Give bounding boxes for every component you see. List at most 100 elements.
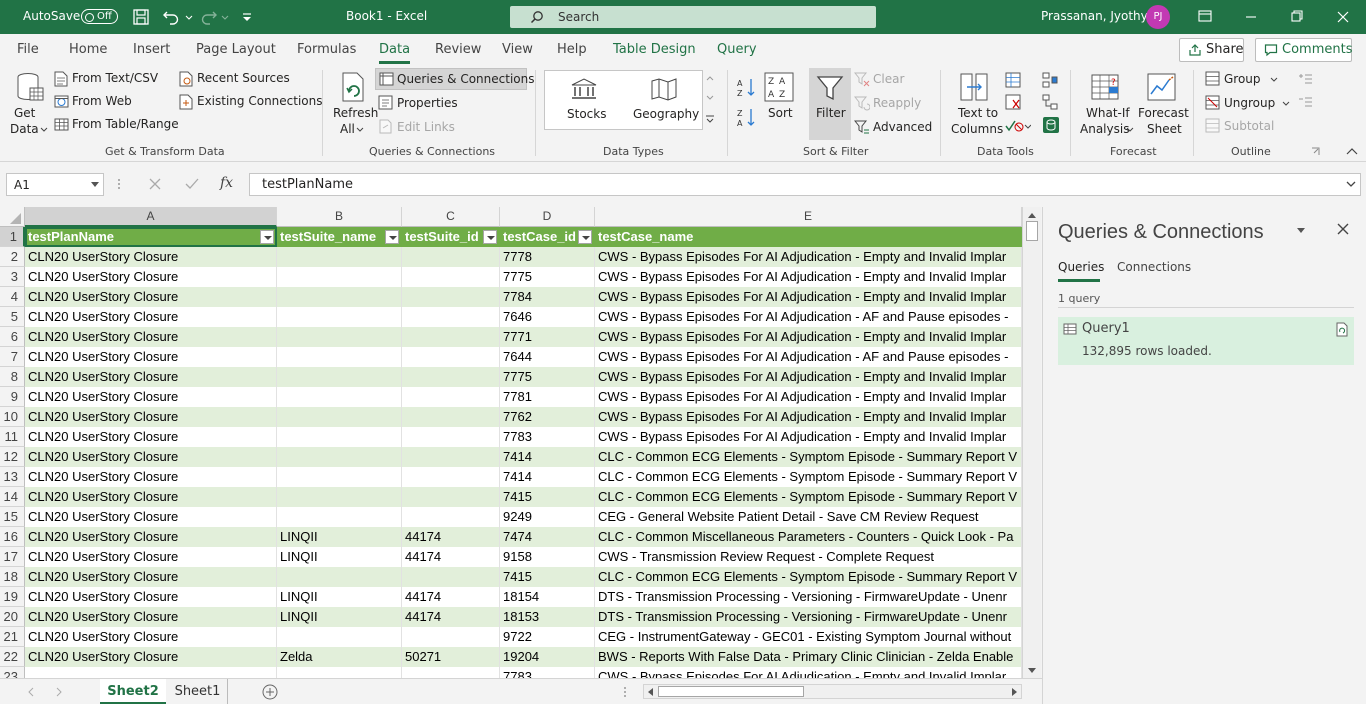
share-button[interactable]: Share xyxy=(1179,38,1244,62)
cell[interactable] xyxy=(402,247,500,267)
cell[interactable] xyxy=(402,367,500,387)
forecast-sheet-button[interactable]: Forecast Sheet xyxy=(1138,70,1189,142)
gallery-scroll[interactable] xyxy=(703,70,717,130)
sort-z-to-a-button[interactable]: ZA xyxy=(736,106,758,128)
customize-quick-access-icon[interactable] xyxy=(240,8,258,26)
cell[interactable]: CLN20 UserStory Closure xyxy=(25,447,277,467)
cell[interactable]: LINQII xyxy=(277,587,402,607)
tab-split-grip-icon[interactable] xyxy=(623,686,627,698)
new-sheet-icon[interactable] xyxy=(262,684,278,700)
cell[interactable]: CLC - Common ECG Elements - Symptom Epis… xyxy=(595,447,1022,467)
row-header[interactable]: 11 xyxy=(0,427,25,447)
cell[interactable]: CLN20 UserStory Closure xyxy=(25,547,277,567)
cell[interactable]: 44174 xyxy=(402,587,500,607)
cell[interactable]: CWS - Bypass Episodes For AI Adjudicatio… xyxy=(595,407,1022,427)
data-validation-icon[interactable] xyxy=(1005,118,1031,134)
cancel-icon[interactable] xyxy=(148,177,162,191)
existing-connections-button[interactable]: Existing Connections xyxy=(179,93,323,111)
cell[interactable]: 18153 xyxy=(500,607,595,627)
cell[interactable]: DTS - Transmission Processing - Versioni… xyxy=(595,587,1022,607)
reapply-button[interactable]: Reapply xyxy=(853,94,933,112)
comments-button[interactable]: Comments xyxy=(1255,38,1352,62)
sheet-tab-sheet1[interactable]: Sheet1 xyxy=(168,679,228,704)
remove-duplicates-icon[interactable] xyxy=(1005,94,1021,110)
cell[interactable] xyxy=(402,507,500,527)
subtotal-button[interactable]: Subtotal xyxy=(1204,117,1284,135)
text-to-columns-button[interactable]: Text to Columns xyxy=(948,70,1003,142)
cell[interactable]: LINQII xyxy=(277,607,402,627)
row-header[interactable]: 18 xyxy=(0,567,25,587)
name-box[interactable]: A1 xyxy=(6,173,104,196)
row-header[interactable]: 2 xyxy=(0,247,25,267)
enter-icon[interactable] xyxy=(184,177,200,191)
tab-insert[interactable]: Insert xyxy=(133,42,170,57)
queries-connections-button[interactable]: Queries & Connections xyxy=(375,68,534,90)
cell[interactable] xyxy=(402,427,500,447)
row-header[interactable]: 21 xyxy=(0,627,25,647)
cell[interactable] xyxy=(277,387,402,407)
minimize-icon[interactable] xyxy=(1228,0,1274,34)
cell[interactable]: 44174 xyxy=(402,547,500,567)
expand-formula-bar-icon[interactable] xyxy=(1346,180,1356,188)
cell[interactable] xyxy=(277,267,402,287)
cell[interactable]: CLC - Common ECG Elements - Symptom Epis… xyxy=(595,487,1022,507)
cell[interactable]: 7415 xyxy=(500,567,595,587)
sort-a-to-z-button[interactable]: AZ xyxy=(736,76,758,98)
clear-button[interactable]: Clear xyxy=(853,70,933,88)
cell[interactable]: 7414 xyxy=(500,467,595,487)
cell[interactable]: 7775 xyxy=(500,267,595,287)
header-cell-testcase-id[interactable]: testCase_id xyxy=(500,227,595,247)
header-cell-testplanname[interactable]: testPlanName xyxy=(25,227,277,247)
cell[interactable] xyxy=(402,447,500,467)
dialog-launcher-icon[interactable] xyxy=(1311,147,1320,156)
horizontal-scroll-thumb[interactable] xyxy=(658,686,804,697)
cell[interactable] xyxy=(402,627,500,647)
cell[interactable]: CLN20 UserStory Closure xyxy=(25,647,277,667)
properties-button[interactable]: Properties xyxy=(376,94,476,112)
row-header[interactable]: 17 xyxy=(0,547,25,567)
cell[interactable]: CWS - Bypass Episodes For AI Adjudicatio… xyxy=(595,387,1022,407)
tab-home[interactable]: Home xyxy=(69,42,107,57)
cell[interactable] xyxy=(277,307,402,327)
group-button[interactable]: Group xyxy=(1204,70,1284,88)
header-cell-testcase-name[interactable]: testCase_name xyxy=(595,227,1022,247)
column-header-a[interactable]: A xyxy=(25,207,277,227)
row-header[interactable]: 20 xyxy=(0,607,25,627)
cell[interactable]: CLN20 UserStory Closure xyxy=(25,367,277,387)
cell[interactable] xyxy=(277,627,402,647)
cell[interactable]: CWS - Bypass Episodes For AI Adjudicatio… xyxy=(595,247,1022,267)
cell[interactable]: CLN20 UserStory Closure xyxy=(25,467,277,487)
worksheet-grid[interactable]: ABCDE 1 testPlanName testSuite_name testSui… xyxy=(0,207,1022,678)
cell[interactable]: 44174 xyxy=(402,607,500,627)
refresh-query-icon[interactable] xyxy=(1335,322,1350,337)
cell[interactable]: 9722 xyxy=(500,627,595,647)
cell[interactable]: 7784 xyxy=(500,287,595,307)
cell[interactable]: CLC - Common ECG Elements - Symptom Epis… xyxy=(595,467,1022,487)
cell[interactable]: 7781 xyxy=(500,387,595,407)
cell[interactable]: 19204 xyxy=(500,647,595,667)
cell[interactable] xyxy=(277,367,402,387)
cell[interactable]: LINQII xyxy=(277,547,402,567)
cell[interactable]: 7644 xyxy=(500,347,595,367)
user-name[interactable]: Prassanan, Jyothy xyxy=(1041,9,1148,23)
what-if-analysis-button[interactable]: ? What-If Analysis xyxy=(1078,70,1136,142)
cell[interactable]: CLN20 UserStory Closure xyxy=(25,507,277,527)
cell[interactable]: CLC - Common Miscellaneous Parameters - … xyxy=(595,527,1022,547)
row-header[interactable]: 12 xyxy=(0,447,25,467)
edit-links-button[interactable]: Edit Links xyxy=(376,118,476,136)
stocks-button[interactable]: Stocks xyxy=(549,73,619,127)
cell[interactable] xyxy=(402,487,500,507)
cell[interactable]: CLN20 UserStory Closure xyxy=(25,527,277,547)
tab-help[interactable]: Help xyxy=(557,42,587,57)
cell[interactable]: CWS - Bypass Episodes For AI Adjudicatio… xyxy=(595,427,1022,447)
refresh-all-button[interactable]: Refresh All xyxy=(330,70,378,142)
column-header-b[interactable]: B xyxy=(277,207,402,227)
cell[interactable] xyxy=(277,447,402,467)
cell[interactable]: CLN20 UserStory Closure xyxy=(25,567,277,587)
cell[interactable]: LINQII xyxy=(277,527,402,547)
relationships-icon[interactable] xyxy=(1042,94,1058,110)
cell[interactable] xyxy=(402,267,500,287)
cell[interactable]: CLN20 UserStory Closure xyxy=(25,407,277,427)
ungroup-button[interactable]: Ungroup xyxy=(1204,94,1294,112)
tab-formulas[interactable]: Formulas xyxy=(297,42,356,57)
